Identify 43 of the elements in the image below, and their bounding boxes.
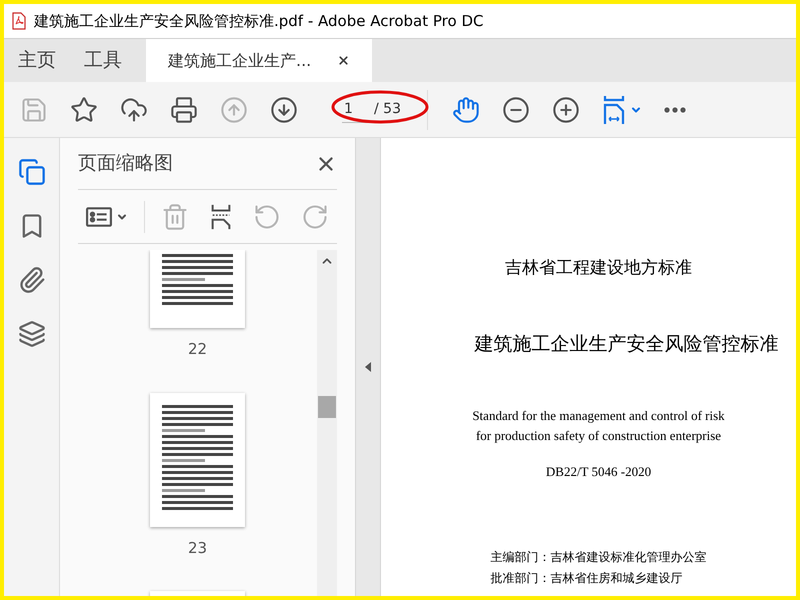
standard-code: DB22/T 5046 -2020 [546,463,652,481]
insert-page-icon [209,204,233,230]
document-tab[interactable]: 建筑施工企业生产... [146,39,372,82]
page-thumbnail[interactable] [150,392,245,526]
credit-line: 批准部门：吉林省住房和城乡建设厅 [490,570,682,586]
thumbnail-options-icon [86,206,112,226]
star-icon [70,96,98,124]
close-icon[interactable] [337,54,350,67]
scrollbar[interactable] [317,250,337,596]
more-icon [664,106,686,112]
zoom-in-icon [552,96,580,124]
cloud-upload-icon [120,96,148,124]
print-icon [170,96,198,124]
rotate-left-icon [253,202,281,230]
page-label: 22 [188,339,208,360]
paperclip-icon [18,266,46,294]
credit-line: 主编部门：吉林省建设标准化管理办公室 [490,548,706,566]
sidebar-button[interactable] [18,266,46,294]
zoom-out-icon [502,96,530,124]
save-icon [20,96,48,124]
pages-icon [18,158,46,186]
nav-tab[interactable]: 主页 [4,39,70,82]
nav-tab[interactable]: 工具 [70,39,136,82]
page-number-field[interactable]: 1 [342,96,370,122]
window-title: 建筑施工企业生产安全风险管控标准.pdf - Adobe Acrobat Pro DC [34,10,484,32]
english-title-line: Standard for the management and control of risk [472,407,725,425]
fit-page-icon [602,94,626,124]
document-heading: 吉林省工程建设地方标准 [505,257,692,280]
page-label: 23 [188,538,208,558]
rotate-right-icon [301,202,329,230]
sidebar-button[interactable] [18,320,46,348]
page-count: / 53 [374,100,401,119]
english-title-line: for production safety of construction enterprise [476,427,722,445]
panel-title: 页面缩略图 [78,151,173,176]
page-thumbnail[interactable] [150,250,245,328]
pdf-file-icon [12,12,26,30]
scrollbar-thumb[interactable] [318,396,336,418]
trash-icon [161,202,189,230]
hand-icon [452,96,480,124]
document-title: 建筑施工企业生产安全风险管控标准 [474,332,778,356]
collapse-panel-icon[interactable] [365,362,371,372]
sidebar-button[interactable] [18,158,46,186]
layers-icon [18,320,46,348]
